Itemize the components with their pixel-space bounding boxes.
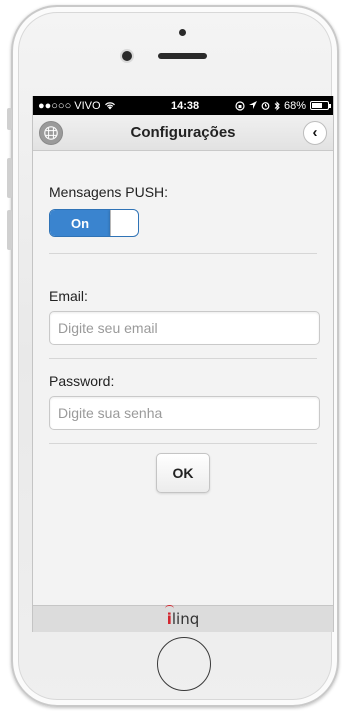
back-button[interactable]: ‹ (303, 121, 327, 145)
alarm-icon (261, 102, 270, 110)
footer: i linq (33, 605, 333, 632)
mute-switch (7, 108, 12, 130)
app-screen: ●●○○○ VIVO 14:38 68% Configurações ‹ Men… (32, 96, 334, 632)
battery-percent: 68% (283, 99, 306, 112)
email-field[interactable] (49, 311, 320, 345)
location-icon (248, 101, 257, 109)
divider (49, 358, 317, 359)
iling-logo: i linq (164, 605, 200, 628)
push-toggle[interactable]: On (49, 209, 139, 237)
home-button[interactable] (157, 637, 211, 691)
push-label: Mensagens PUSH: (49, 184, 169, 200)
password-field[interactable] (49, 396, 320, 430)
rotation-lock-icon (235, 100, 245, 111)
chevron-left-icon: ‹ (312, 123, 318, 141)
battery-icon (310, 101, 331, 110)
toggle-knob[interactable] (110, 210, 138, 236)
divider (49, 443, 317, 444)
earpiece-speaker (158, 53, 207, 59)
proximity-sensor (179, 29, 186, 36)
grid-icon[interactable] (39, 121, 63, 145)
logo-i: i (164, 605, 174, 628)
status-bar: ●●○○○ VIVO 14:38 68% (33, 96, 333, 115)
push-toggle-label: On (50, 210, 110, 236)
page-title: Configurações (130, 124, 236, 141)
wifi-icon (104, 102, 115, 110)
volume-down-button (7, 210, 12, 250)
settings-form: Mensagens PUSH: On Email: Password: OK (33, 184, 333, 493)
ok-button[interactable]: OK (156, 453, 210, 493)
front-camera (122, 51, 132, 61)
logo-text: linq (171, 610, 200, 628)
carrier-label: ●●○○○ VIVO (38, 99, 101, 112)
clock: 14:38 (171, 99, 200, 112)
email-label: Email: (49, 288, 88, 304)
volume-up-button (7, 158, 12, 198)
bluetooth-icon (274, 100, 280, 111)
navigation-bar: Configurações ‹ (33, 115, 333, 151)
password-label: Password: (49, 373, 115, 389)
divider (49, 253, 317, 254)
